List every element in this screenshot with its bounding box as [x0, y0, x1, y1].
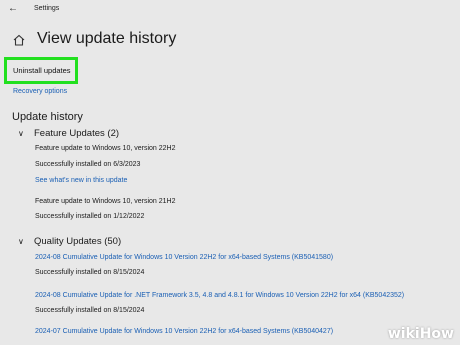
quality-update-link[interactable]: 2024-08 Cumulative Update for .NET Frame… [35, 292, 404, 299]
title-bar: ← Settings [0, 0, 460, 20]
recovery-options-link[interactable]: Recovery options [13, 88, 67, 95]
quality-updates-label: Quality Updates (50) [34, 236, 122, 247]
home-icon[interactable] [12, 33, 26, 47]
quality-update-link[interactable]: 2024-08 Cumulative Update for Windows 10… [35, 254, 333, 261]
quality-update-status: Successfully installed on 8/15/2024 [35, 269, 145, 276]
watermark-part1: wiki [387, 326, 420, 342]
wikihow-watermark: wikiHow [388, 326, 454, 342]
chevron-down-icon: ∨ [18, 129, 24, 138]
feature-update-status: Successfully installed on 6/3/2023 [35, 161, 141, 168]
feature-update-name: Feature update to Windows 10, version 21… [35, 198, 176, 205]
feature-updates-toggle[interactable]: ∨ Feature Updates (2) [18, 128, 119, 139]
quality-update-link[interactable]: 2024-07 Cumulative Update for Windows 10… [35, 328, 333, 335]
back-arrow-icon[interactable]: ← [8, 3, 18, 14]
page-title: View update history [37, 30, 177, 47]
chevron-down-icon: ∨ [18, 237, 24, 246]
quality-updates-toggle[interactable]: ∨ Quality Updates (50) [18, 236, 121, 247]
watermark-part2: How [419, 326, 454, 342]
window-title: Settings [34, 5, 60, 12]
whats-new-link[interactable]: See what's new in this update [35, 177, 127, 184]
feature-update-status: Successfully installed on 1/12/2022 [35, 213, 145, 220]
quality-update-status: Successfully installed on 8/15/2024 [35, 307, 145, 314]
update-history-heading: Update history [12, 111, 83, 123]
feature-update-name: Feature update to Windows 10, version 22… [35, 145, 176, 152]
feature-updates-label: Feature Updates (2) [34, 128, 120, 139]
uninstall-updates-link[interactable]: Uninstall updates [13, 66, 71, 75]
